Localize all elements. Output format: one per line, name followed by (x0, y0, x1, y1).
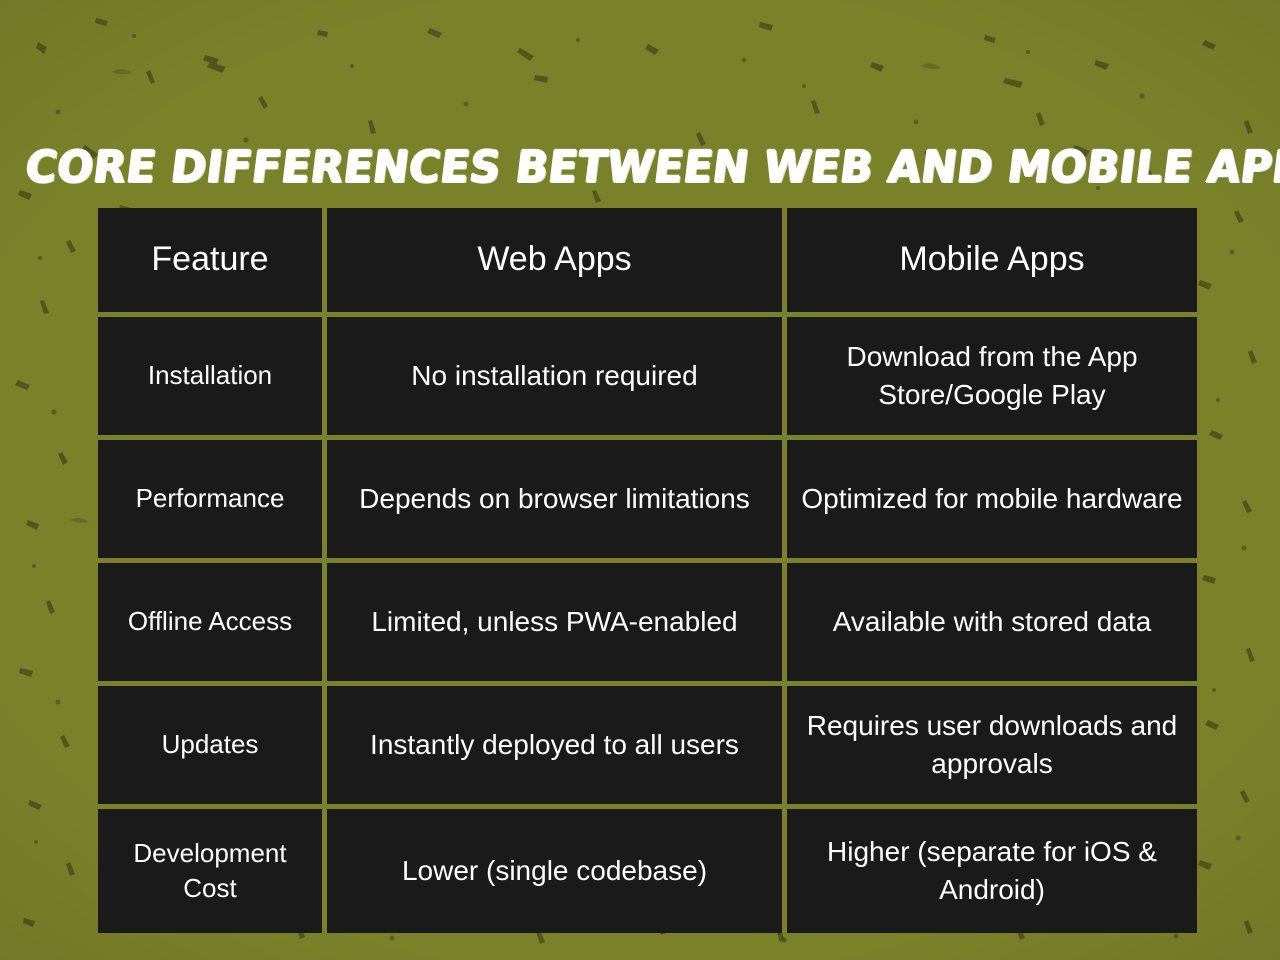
column-header-mobile-apps: Mobile Apps (787, 208, 1197, 312)
cell-web-updates: Instantly deployed to all users (327, 686, 782, 804)
row-feature-development-cost: Development Cost (98, 809, 322, 933)
row-feature-performance: Performance (98, 440, 322, 558)
row-feature-installation: Installation (98, 317, 322, 435)
cell-web-performance: Depends on browser limitations (327, 440, 782, 558)
comparison-table: Feature Web Apps Mobile Apps Installatio… (93, 203, 1202, 938)
column-header-web-apps: Web Apps (327, 208, 782, 312)
comparison-table-container: Feature Web Apps Mobile Apps Installatio… (98, 208, 1197, 933)
row-feature-updates: Updates (98, 686, 322, 804)
table-row: Installation No installation required Do… (98, 317, 1197, 435)
column-header-feature: Feature (98, 208, 322, 312)
poster-canvas: Core Differences Between Web and Mobile … (0, 0, 1280, 960)
table-row: Updates Instantly deployed to all users … (98, 686, 1197, 804)
cell-mobile-development-cost: Higher (separate for iOS & Android) (787, 809, 1197, 933)
cell-mobile-performance: Optimized for mobile hardware (787, 440, 1197, 558)
cell-mobile-installation: Download from the App Store/Google Play (787, 317, 1197, 435)
cell-mobile-updates: Requires user downloads and approvals (787, 686, 1197, 804)
table-row: Development Cost Lower (single codebase)… (98, 809, 1197, 933)
table-row: Offline Access Limited, unless PWA-enabl… (98, 563, 1197, 681)
cell-mobile-offline-access: Available with stored data (787, 563, 1197, 681)
cell-web-offline-access: Limited, unless PWA-enabled (327, 563, 782, 681)
cell-web-development-cost: Lower (single codebase) (327, 809, 782, 933)
row-feature-offline-access: Offline Access (98, 563, 322, 681)
table-header-row: Feature Web Apps Mobile Apps (98, 208, 1197, 312)
cell-web-installation: No installation required (327, 317, 782, 435)
page-title: Core Differences Between Web and Mobile … (22, 142, 1280, 194)
table-row: Performance Depends on browser limitatio… (98, 440, 1197, 558)
